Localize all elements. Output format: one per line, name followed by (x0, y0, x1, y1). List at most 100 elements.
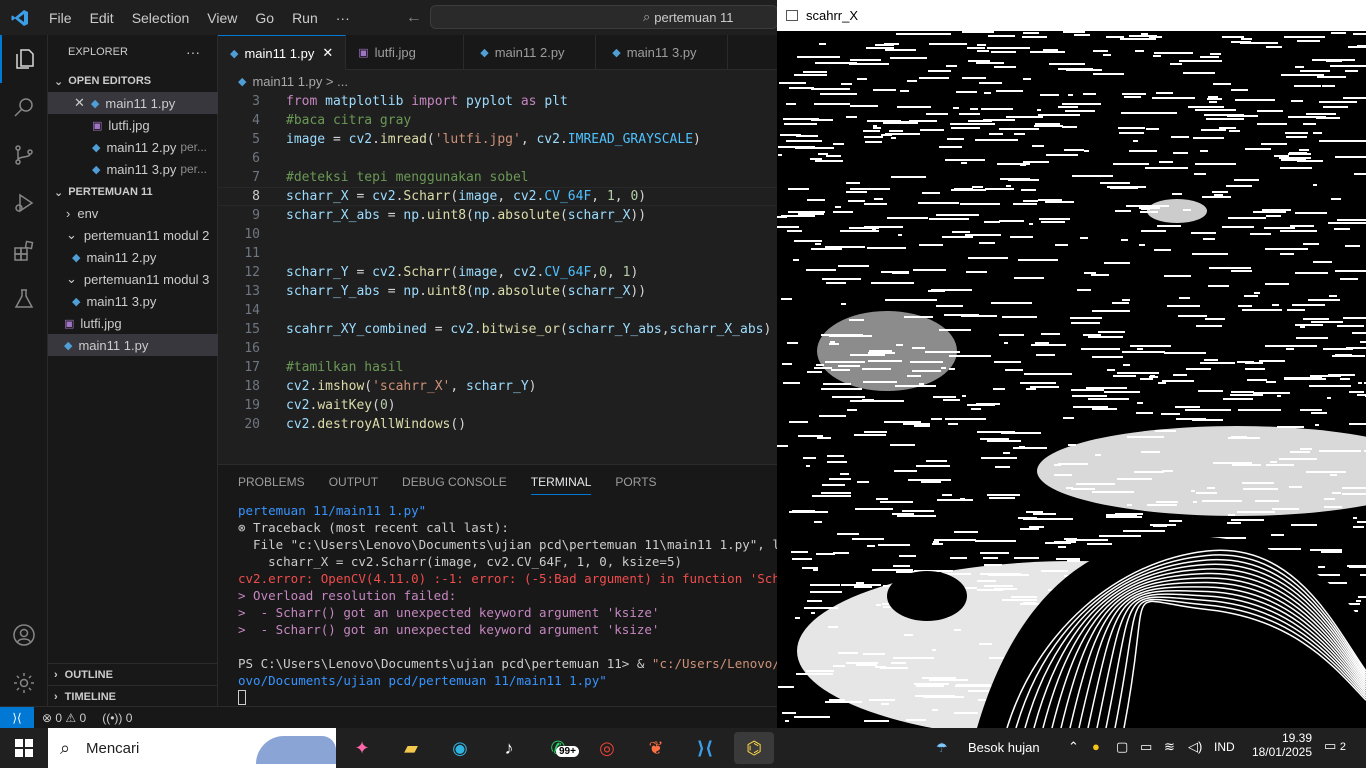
language-indicator[interactable]: IND (1214, 740, 1235, 754)
python-taskbar-icon[interactable]: ⌬ (734, 732, 774, 764)
menu-more[interactable]: ··· (327, 10, 359, 26)
broadcast-icon[interactable]: ((•)) (102, 711, 126, 725)
code-line[interactable]: 5 image = cv2.imread('lutfi.jpg', cv2.IMR… (218, 130, 777, 149)
notification-icon[interactable]: ▭ 2 (1324, 738, 1346, 754)
tree-folder-modul-2[interactable]: ⌄ pertemuan11 modul 2 (48, 224, 218, 246)
tree-file-selected[interactable]: ◆ main11 1.py (48, 334, 218, 356)
code-line[interactable]: 10 (218, 225, 777, 244)
code-line[interactable]: 6 (218, 149, 777, 168)
warning-count[interactable]: 0 (80, 711, 87, 725)
code-line[interactable]: 20 cv2.destroyAllWindows() (218, 415, 777, 434)
tab-main11-1[interactable]: ◆ main11 1.py ✕ (218, 35, 347, 70)
menu-edit[interactable]: Edit (81, 10, 123, 26)
menu-view[interactable]: View (198, 10, 246, 26)
code-line[interactable]: 16 (218, 339, 777, 358)
edge-stroke (1295, 212, 1327, 214)
code-line[interactable]: 19 cv2.waitKey(0) (218, 396, 777, 415)
remote-icon[interactable]: ⟩⟨ (0, 706, 34, 729)
open-editors-header[interactable]: ⌄ OPEN EDITORS (48, 70, 218, 92)
code-line[interactable]: 12 scharr_Y = cv2.Scharr(image, cv2.CV_64… (218, 263, 777, 282)
menu-selection[interactable]: Selection (123, 10, 199, 26)
close-icon[interactable]: ✕ (74, 95, 85, 111)
wifi-icon[interactable]: ≋ (1164, 739, 1175, 755)
extensions-icon[interactable] (0, 227, 48, 275)
vscode-taskbar-icon[interactable]: ⟩⟨ (685, 732, 725, 764)
error-icon[interactable]: ⊗ (42, 711, 55, 725)
whatsapp-icon[interactable]: ✆ 99+ (538, 732, 579, 764)
source-control-icon[interactable] (0, 131, 48, 179)
terminal[interactable]: pertemuan 11/main11 1.py" ⊗ Traceback (mo… (238, 503, 777, 706)
edge-stroke (991, 51, 1016, 53)
run-debug-icon[interactable] (0, 179, 48, 227)
tiktok-icon[interactable]: ♪ (489, 732, 529, 764)
tree-folder-env[interactable]: › env (48, 202, 218, 224)
ports-count[interactable]: 0 (126, 711, 133, 725)
file-explorer-icon[interactable]: ▰ (391, 732, 431, 764)
code-line[interactable]: 3 from matplotlib import pyplot as plt (218, 92, 777, 111)
tab-ports[interactable]: PORTS (615, 475, 656, 495)
umbrella-weather-icon[interactable]: ☂ (936, 740, 948, 756)
code-line[interactable]: 8 scharr_X = cv2.Scharr(image, cv2.CV_64F… (218, 187, 777, 206)
clock[interactable]: 19.39 18/01/2025 (1248, 731, 1312, 759)
edge-browser-icon[interactable]: ◉ (440, 732, 480, 764)
tab-main11-2[interactable]: ◆ main11 2.py (464, 35, 597, 70)
explorer-icon[interactable] (0, 35, 48, 83)
account-icon[interactable] (0, 611, 48, 659)
manage-gear-icon[interactable] (0, 659, 48, 707)
tree-folder-modul-3[interactable]: ⌄ pertemuan11 modul 3 (48, 268, 218, 290)
copilot-icon[interactable]: ✦ (342, 732, 382, 764)
menu-go[interactable]: Go (246, 10, 283, 26)
tab-terminal[interactable]: TERMINAL (530, 475, 592, 495)
code-line[interactable]: 15 scahrr_XY_combined = cv2.bitwise_or(sc… (218, 320, 777, 339)
chevron-up-icon[interactable]: ⌃ (1068, 739, 1079, 755)
code-line[interactable]: 18 cv2.imshow('scahrr_X', scharr_Y) (218, 377, 777, 396)
close-icon[interactable]: ✕ (322, 45, 333, 61)
folder-header[interactable]: ⌄ PERTEMUAN 11 (48, 181, 218, 203)
chrome-icon[interactable]: ◎ (587, 732, 627, 764)
tree-file[interactable]: ▣ lutfi.jpg (48, 312, 218, 334)
battery-icon[interactable]: ▭ (1140, 739, 1152, 755)
taskbar-search-box[interactable]: ⌕ Mencari (48, 728, 336, 768)
tab-output[interactable]: OUTPUT (329, 475, 378, 495)
search-icon[interactable] (0, 83, 48, 131)
back-arrow-icon[interactable]: ← (399, 9, 429, 27)
testing-flask-icon[interactable] (0, 275, 48, 323)
command-center-search[interactable]: ⌕ pertemuan 11 (430, 5, 778, 29)
error-count[interactable]: 0 (55, 711, 62, 725)
tray-app-icon[interactable]: ● (1092, 739, 1100, 754)
image-window-titlebar[interactable]: scahrr_X (777, 0, 1366, 31)
tab-debug-console[interactable]: DEBUG CONSOLE (402, 475, 507, 495)
edge-stroke (1031, 344, 1066, 346)
code-line[interactable]: 4 #baca citra gray (218, 111, 777, 130)
code-editor[interactable]: 3 from matplotlib import pyplot as plt 4 #b… (218, 92, 777, 464)
tree-file[interactable]: ◆ main11 3.py (48, 290, 218, 312)
tree-file[interactable]: ◆ main11 2.py (48, 246, 218, 268)
butterfly-app-icon[interactable]: ❦ (636, 732, 676, 764)
edge-stroke (837, 533, 859, 535)
weather-text[interactable]: Besok hujan (968, 740, 1040, 755)
tab-lutfi[interactable]: ▣ lutfi.jpg (346, 35, 465, 70)
code-line[interactable]: 13 scharr_Y_abs = np.uint8(np.absolute(sc… (218, 282, 777, 301)
menu-run[interactable]: Run (283, 10, 327, 26)
open-editor-item[interactable]: ✕ ◆ main11 1.py (48, 92, 218, 114)
opencv-image-window[interactable]: scahrr_X (777, 0, 1366, 728)
open-editor-item[interactable]: ▣ lutfi.jpg (48, 114, 218, 136)
menu-file[interactable]: File (40, 10, 81, 26)
timeline-header[interactable]: › TIMELINE (48, 685, 218, 707)
code-line[interactable]: 7 #deteksi tepi menggunakan sobel (218, 168, 777, 187)
code-line[interactable]: 14 (218, 301, 777, 320)
breadcrumb[interactable]: ◆ main11 1.py > ... (218, 70, 777, 92)
open-editor-item[interactable]: ◆ main11 3.py per... (48, 158, 218, 180)
outline-header[interactable]: › OUTLINE (48, 663, 218, 685)
tab-main11-3[interactable]: ◆ main11 3.py (596, 35, 729, 70)
volume-icon[interactable]: ◁) (1188, 739, 1202, 755)
more-actions-icon[interactable]: ··· (186, 44, 200, 60)
open-editor-item[interactable]: ◆ main11 2.py per... (48, 136, 218, 158)
code-line[interactable]: 9 scharr_X_abs = np.uint8(np.absolute(sch… (218, 206, 777, 225)
code-line[interactable]: 17 #tamilkan hasil (218, 358, 777, 377)
code-line[interactable]: 11 (218, 244, 777, 263)
windows-start-icon[interactable] (4, 732, 44, 764)
tray-device-icon[interactable]: ▢ (1116, 739, 1128, 755)
tab-problems[interactable]: PROBLEMS (238, 475, 305, 495)
warning-icon[interactable]: ⚠ (62, 711, 79, 725)
